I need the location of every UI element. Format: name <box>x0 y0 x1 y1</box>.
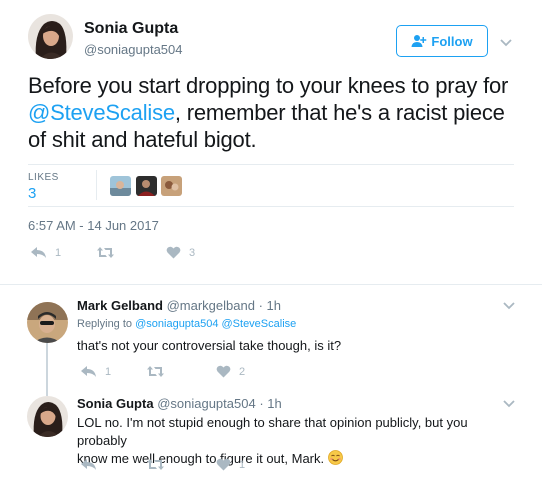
divider <box>28 206 514 207</box>
reply-author-name[interactable]: Sonia Gupta <box>77 396 154 411</box>
reply-time[interactable]: · 1h <box>259 298 281 313</box>
reply-count: 1 <box>105 365 112 378</box>
reply-text: that's not your controversial take thoug… <box>77 338 342 353</box>
tweet-text-before: Before you start dropping to your knees … <box>28 73 509 98</box>
smile-emoji-icon <box>327 450 343 465</box>
reply-author-name[interactable]: Mark Gelband <box>77 298 163 313</box>
heart-icon <box>216 365 231 378</box>
like-action[interactable]: 3 <box>166 246 195 259</box>
likes-count[interactable]: 3 <box>28 185 36 202</box>
mention-link[interactable]: @SteveScalise <box>28 100 175 125</box>
reply-icon <box>30 246 47 259</box>
likes-separator <box>96 170 97 200</box>
retweet-icon <box>146 365 165 378</box>
like-count: 2 <box>239 365 246 378</box>
thread-connector <box>46 343 48 396</box>
reply-count: 1 <box>55 246 62 259</box>
liker-avatar[interactable] <box>136 176 157 196</box>
tweet-text: Before you start dropping to your knees … <box>28 72 528 153</box>
reply-icon <box>80 458 97 471</box>
divider <box>0 284 542 285</box>
likes-label: LIKES <box>28 172 59 183</box>
chevron-down-icon[interactable] <box>502 301 516 311</box>
heart-icon <box>216 458 231 471</box>
reply-actions: 1 <box>80 458 245 471</box>
reply-header: Mark Gelband @markgelband · 1h <box>77 298 281 313</box>
user-plus-icon <box>411 34 427 48</box>
follow-button[interactable]: Follow <box>396 25 488 57</box>
heart-icon <box>166 246 181 259</box>
reply-avatar[interactable] <box>27 302 68 343</box>
replying-to: Replying to @soniagupta504 @SteveScalise <box>77 318 296 330</box>
tweet-actions: 1 3 <box>30 246 195 259</box>
author-handle[interactable]: @soniagupta504 <box>84 42 183 57</box>
follow-label: Follow <box>431 33 473 49</box>
reply-action[interactable]: 1 <box>30 246 96 259</box>
retweet-action[interactable] <box>146 365 216 378</box>
reply-action[interactable] <box>80 458 146 471</box>
retweet-action[interactable] <box>96 246 166 259</box>
liker-avatar[interactable] <box>110 176 131 196</box>
retweet-icon <box>96 246 115 259</box>
reply-author-handle[interactable]: @markgelband <box>167 298 255 313</box>
reply-time[interactable]: · 1h <box>259 396 281 411</box>
reply-header: Sonia Gupta @soniagupta504 · 1h <box>77 396 282 411</box>
chevron-down-icon[interactable] <box>502 399 516 409</box>
reply-avatar[interactable] <box>27 396 68 437</box>
tweet-timestamp[interactable]: 6:57 AM - 14 Jun 2017 <box>28 218 159 233</box>
liker-avatar[interactable] <box>161 176 182 196</box>
replying-prefix: Replying to <box>77 318 133 330</box>
reply-action[interactable]: 1 <box>80 365 146 378</box>
like-action[interactable]: 1 <box>216 458 245 471</box>
replying-to-mentions[interactable]: @soniagupta504 @SteveScalise <box>135 318 296 330</box>
reply-text-line: LOL no. I'm not stupid enough to share t… <box>77 415 468 448</box>
retweet-icon <box>146 458 165 471</box>
like-count: 1 <box>239 458 246 471</box>
like-action[interactable]: 2 <box>216 365 245 378</box>
chevron-down-icon[interactable] <box>499 38 513 48</box>
divider <box>28 164 514 165</box>
main-tweet: Sonia Gupta @soniagupta504 Follow Before… <box>0 0 542 285</box>
retweet-action[interactable] <box>146 458 216 471</box>
like-count: 3 <box>189 246 196 259</box>
reply-icon <box>80 365 97 378</box>
reply-actions: 1 2 <box>80 365 245 378</box>
author-avatar[interactable] <box>28 14 73 59</box>
reply-author-handle[interactable]: @soniagupta504 <box>157 396 256 411</box>
author-name[interactable]: Sonia Gupta <box>84 20 178 38</box>
